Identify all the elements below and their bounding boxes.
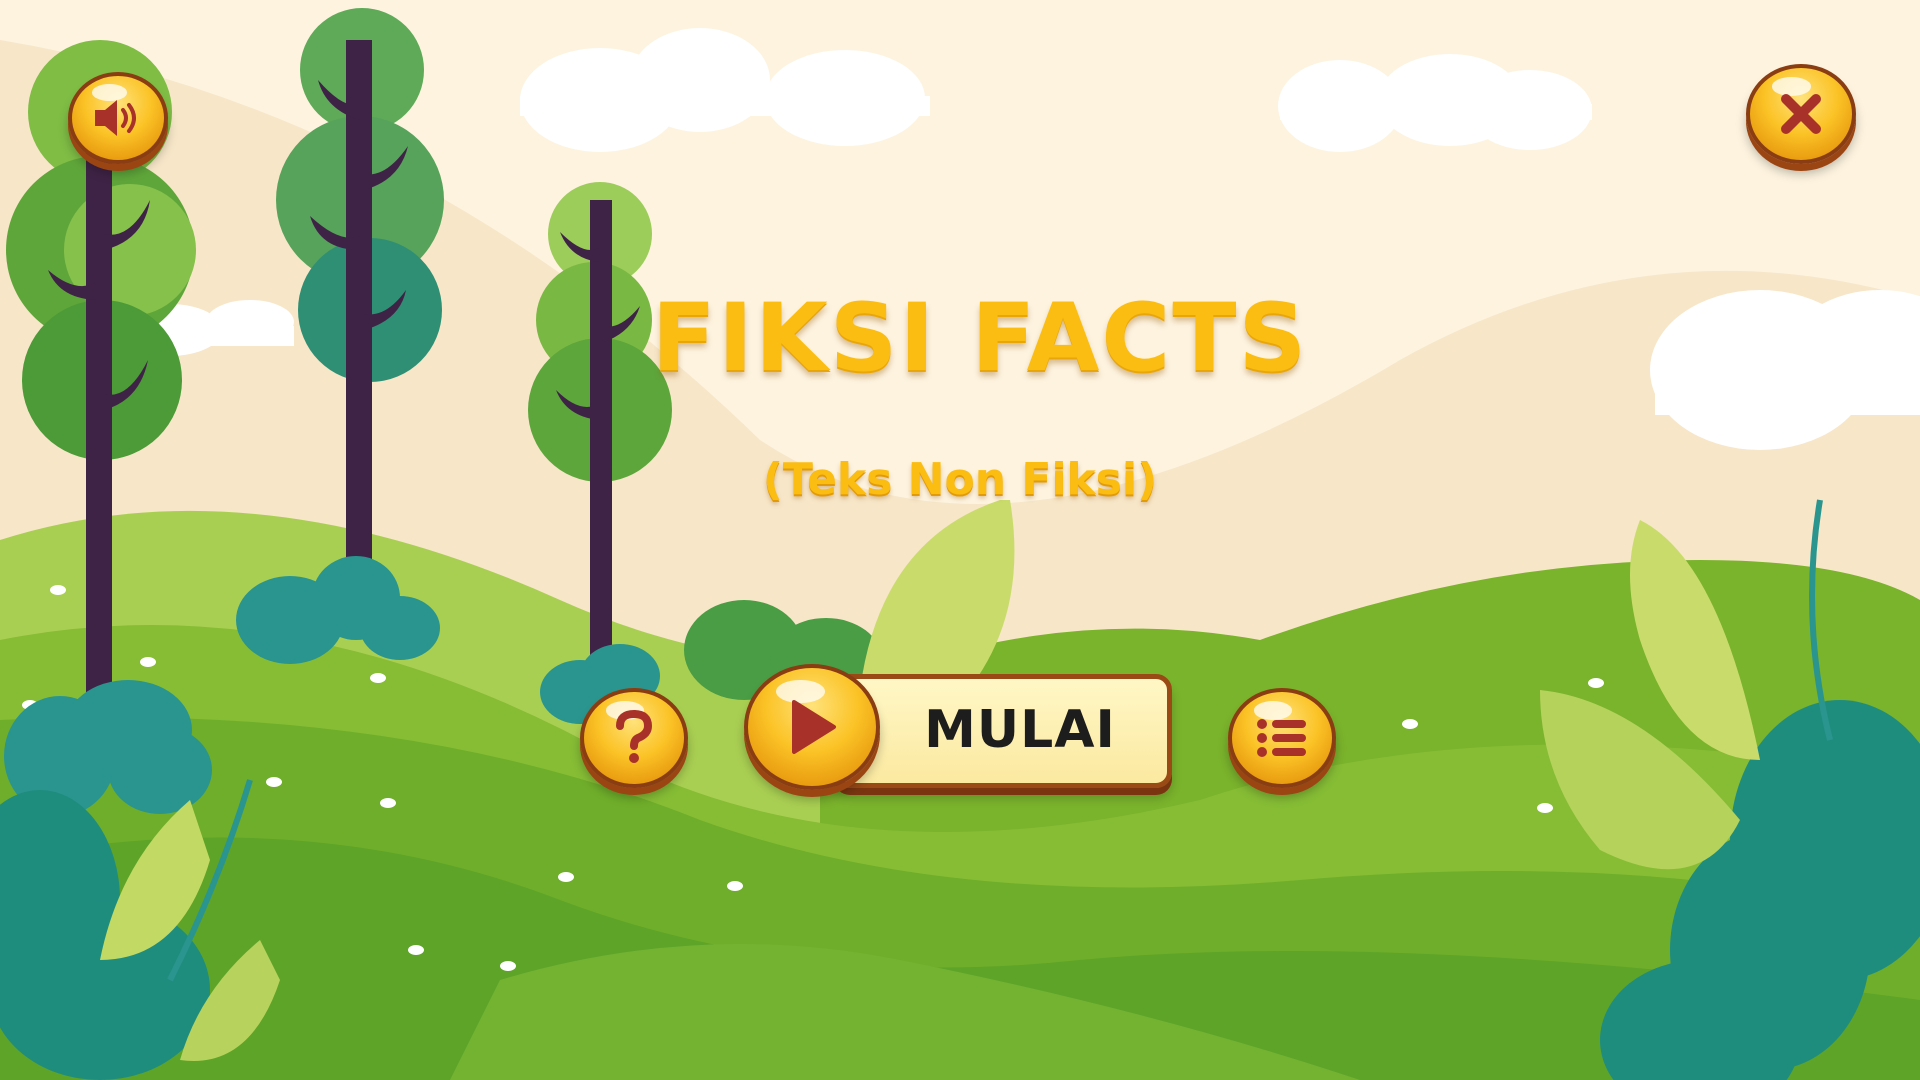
- start-button-label: MULAI: [924, 700, 1116, 760]
- start-button-panel: MULAI: [834, 674, 1172, 788]
- start-button[interactable]: MULAI: [744, 664, 1174, 792]
- close-x-icon: [1781, 94, 1821, 134]
- game-start-screen: FIKSI FACTS (Teks Non Fiksi) MULAI: [0, 0, 1920, 1080]
- menu-button[interactable]: [1228, 688, 1336, 788]
- game-subtitle: (Teks Non Fiksi): [762, 454, 1158, 505]
- speaker-volume-icon: [95, 100, 136, 136]
- play-button[interactable]: [744, 664, 880, 790]
- game-title: FIKSI FACTS: [651, 284, 1309, 393]
- close-button[interactable]: [1746, 64, 1856, 164]
- question-mark-icon: [616, 710, 653, 763]
- list-icon: [1257, 719, 1306, 757]
- landscape-background: [0, 0, 1920, 1080]
- help-button[interactable]: [580, 688, 688, 788]
- sound-button[interactable]: [68, 72, 168, 164]
- play-icon: [792, 700, 836, 754]
